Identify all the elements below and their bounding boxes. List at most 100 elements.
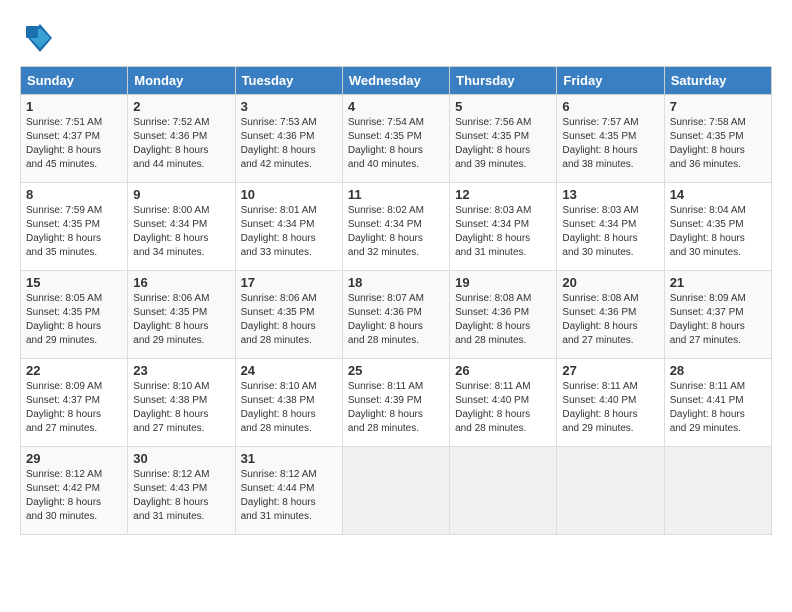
day-info: Sunrise: 8:09 AM Sunset: 4:37 PM Dayligh… bbox=[26, 380, 122, 436]
calendar-body: 1 Sunrise: 7:51 AM Sunset: 4:37 PM Daylig… bbox=[21, 95, 772, 535]
day-number: 9 bbox=[133, 187, 229, 202]
calendar-cell: 25Sunrise: 8:11 AM Sunset: 4:39 PM Dayli… bbox=[342, 359, 449, 447]
day-number: 31 bbox=[241, 451, 337, 466]
day-info: Sunrise: 8:11 AM Sunset: 4:39 PM Dayligh… bbox=[348, 380, 444, 436]
day-number: 7 bbox=[670, 99, 766, 114]
th-friday: Friday bbox=[557, 67, 664, 95]
header-row: Sunday Monday Tuesday Wednesday Thursday… bbox=[21, 67, 772, 95]
day-info: Sunrise: 8:03 AM Sunset: 4:34 PM Dayligh… bbox=[562, 204, 658, 260]
day-info: Sunrise: 8:09 AM Sunset: 4:37 PM Dayligh… bbox=[670, 292, 766, 348]
calendar-cell: 8 Sunrise: 7:59 AM Sunset: 4:35 PM Daylig… bbox=[21, 183, 128, 271]
th-wednesday: Wednesday bbox=[342, 67, 449, 95]
day-info: Sunrise: 7:52 AM Sunset: 4:36 PM Dayligh… bbox=[133, 116, 229, 172]
day-info: Sunrise: 8:01 AM Sunset: 4:34 PM Dayligh… bbox=[241, 204, 337, 260]
day-number: 20 bbox=[562, 275, 658, 290]
calendar-cell: 5Sunrise: 7:56 AM Sunset: 4:35 PM Daylig… bbox=[450, 95, 557, 183]
calendar-cell: 21 Sunrise: 8:09 AM Sunset: 4:37 PM Dayli… bbox=[664, 271, 771, 359]
day-info: Sunrise: 8:10 AM Sunset: 4:38 PM Dayligh… bbox=[133, 380, 229, 436]
calendar-cell: 29 Sunrise: 8:12 AM Sunset: 4:42 PM Dayli… bbox=[21, 447, 128, 535]
page-container: Sunday Monday Tuesday Wednesday Thursday… bbox=[20, 20, 772, 535]
day-number: 1 bbox=[26, 99, 122, 114]
day-info: Sunrise: 8:03 AM Sunset: 4:34 PM Dayligh… bbox=[455, 204, 551, 260]
day-info: Sunrise: 8:02 AM Sunset: 4:34 PM Dayligh… bbox=[348, 204, 444, 260]
day-info: Sunrise: 7:59 AM Sunset: 4:35 PM Dayligh… bbox=[26, 204, 122, 260]
calendar-cell: 26Sunrise: 8:11 AM Sunset: 4:40 PM Dayli… bbox=[450, 359, 557, 447]
day-number: 15 bbox=[26, 275, 122, 290]
logo bbox=[20, 20, 60, 56]
day-info: Sunrise: 8:08 AM Sunset: 4:36 PM Dayligh… bbox=[562, 292, 658, 348]
day-info: Sunrise: 8:06 AM Sunset: 4:35 PM Dayligh… bbox=[133, 292, 229, 348]
day-info: Sunrise: 8:00 AM Sunset: 4:34 PM Dayligh… bbox=[133, 204, 229, 260]
day-number: 14 bbox=[670, 187, 766, 202]
calendar-header: Sunday Monday Tuesday Wednesday Thursday… bbox=[21, 67, 772, 95]
calendar-cell: 28Sunrise: 8:11 AM Sunset: 4:41 PM Dayli… bbox=[664, 359, 771, 447]
calendar-cell: 23 Sunrise: 8:10 AM Sunset: 4:38 PM Dayli… bbox=[128, 359, 235, 447]
calendar-cell: 14 Sunrise: 8:04 AM Sunset: 4:35 PM Dayli… bbox=[664, 183, 771, 271]
day-info: Sunrise: 8:04 AM Sunset: 4:35 PM Dayligh… bbox=[670, 204, 766, 260]
day-number: 23 bbox=[133, 363, 229, 378]
day-info: Sunrise: 8:12 AM Sunset: 4:44 PM Dayligh… bbox=[241, 468, 337, 524]
calendar-cell bbox=[450, 447, 557, 535]
th-thursday: Thursday bbox=[450, 67, 557, 95]
day-number: 3 bbox=[241, 99, 337, 114]
calendar-cell: 11 Sunrise: 8:02 AM Sunset: 4:34 PM Dayli… bbox=[342, 183, 449, 271]
day-info: Sunrise: 7:54 AM Sunset: 4:35 PM Dayligh… bbox=[348, 116, 444, 172]
calendar-cell: 15 Sunrise: 8:05 AM Sunset: 4:35 PM Dayli… bbox=[21, 271, 128, 359]
calendar-cell: 6 Sunrise: 7:57 AM Sunset: 4:35 PM Daylig… bbox=[557, 95, 664, 183]
page-header bbox=[20, 20, 772, 56]
calendar-cell: 27 Sunrise: 8:11 AM Sunset: 4:40 PM Dayli… bbox=[557, 359, 664, 447]
calendar-cell: 24Sunrise: 8:10 AM Sunset: 4:38 PM Dayli… bbox=[235, 359, 342, 447]
th-sunday: Sunday bbox=[21, 67, 128, 95]
calendar-cell: 13 Sunrise: 8:03 AM Sunset: 4:34 PM Dayli… bbox=[557, 183, 664, 271]
calendar-cell: 30Sunrise: 8:12 AM Sunset: 4:43 PM Dayli… bbox=[128, 447, 235, 535]
day-number: 29 bbox=[26, 451, 122, 466]
calendar-cell: 18Sunrise: 8:07 AM Sunset: 4:36 PM Dayli… bbox=[342, 271, 449, 359]
day-number: 13 bbox=[562, 187, 658, 202]
calendar-cell: 20 Sunrise: 8:08 AM Sunset: 4:36 PM Dayli… bbox=[557, 271, 664, 359]
calendar-table: Sunday Monday Tuesday Wednesday Thursday… bbox=[20, 66, 772, 535]
calendar-cell bbox=[342, 447, 449, 535]
day-info: Sunrise: 7:58 AM Sunset: 4:35 PM Dayligh… bbox=[670, 116, 766, 172]
day-info: Sunrise: 7:56 AM Sunset: 4:35 PM Dayligh… bbox=[455, 116, 551, 172]
calendar-week-row: 1 Sunrise: 7:51 AM Sunset: 4:37 PM Daylig… bbox=[21, 95, 772, 183]
calendar-cell bbox=[557, 447, 664, 535]
day-number: 28 bbox=[670, 363, 766, 378]
day-info: Sunrise: 7:57 AM Sunset: 4:35 PM Dayligh… bbox=[562, 116, 658, 172]
day-number: 22 bbox=[26, 363, 122, 378]
day-number: 6 bbox=[562, 99, 658, 114]
day-info: Sunrise: 8:05 AM Sunset: 4:35 PM Dayligh… bbox=[26, 292, 122, 348]
day-number: 26 bbox=[455, 363, 551, 378]
calendar-week-row: 8 Sunrise: 7:59 AM Sunset: 4:35 PM Daylig… bbox=[21, 183, 772, 271]
day-info: Sunrise: 7:51 AM Sunset: 4:37 PM Dayligh… bbox=[26, 116, 122, 172]
day-info: Sunrise: 8:06 AM Sunset: 4:35 PM Dayligh… bbox=[241, 292, 337, 348]
day-number: 21 bbox=[670, 275, 766, 290]
calendar-cell: 31 Sunrise: 8:12 AM Sunset: 4:44 PM Dayli… bbox=[235, 447, 342, 535]
calendar-cell: 3Sunrise: 7:53 AM Sunset: 4:36 PM Daylig… bbox=[235, 95, 342, 183]
day-info: Sunrise: 8:08 AM Sunset: 4:36 PM Dayligh… bbox=[455, 292, 551, 348]
day-info: Sunrise: 8:11 AM Sunset: 4:40 PM Dayligh… bbox=[562, 380, 658, 436]
calendar-week-row: 15 Sunrise: 8:05 AM Sunset: 4:35 PM Dayli… bbox=[21, 271, 772, 359]
calendar-cell: 22 Sunrise: 8:09 AM Sunset: 4:37 PM Dayli… bbox=[21, 359, 128, 447]
th-saturday: Saturday bbox=[664, 67, 771, 95]
day-number: 4 bbox=[348, 99, 444, 114]
calendar-cell: 7 Sunrise: 7:58 AM Sunset: 4:35 PM Daylig… bbox=[664, 95, 771, 183]
calendar-cell: 9 Sunrise: 8:00 AM Sunset: 4:34 PM Daylig… bbox=[128, 183, 235, 271]
day-info: Sunrise: 8:07 AM Sunset: 4:36 PM Dayligh… bbox=[348, 292, 444, 348]
calendar-week-row: 22 Sunrise: 8:09 AM Sunset: 4:37 PM Dayli… bbox=[21, 359, 772, 447]
day-number: 10 bbox=[241, 187, 337, 202]
calendar-cell bbox=[664, 447, 771, 535]
th-monday: Monday bbox=[128, 67, 235, 95]
day-number: 11 bbox=[348, 187, 444, 202]
calendar-cell: 2Sunrise: 7:52 AM Sunset: 4:36 PM Daylig… bbox=[128, 95, 235, 183]
day-info: Sunrise: 8:12 AM Sunset: 4:43 PM Dayligh… bbox=[133, 468, 229, 524]
logo-icon bbox=[20, 20, 56, 56]
day-number: 17 bbox=[241, 275, 337, 290]
calendar-cell: 1 Sunrise: 7:51 AM Sunset: 4:37 PM Daylig… bbox=[21, 95, 128, 183]
calendar-week-row: 29 Sunrise: 8:12 AM Sunset: 4:42 PM Dayli… bbox=[21, 447, 772, 535]
day-info: Sunrise: 8:12 AM Sunset: 4:42 PM Dayligh… bbox=[26, 468, 122, 524]
calendar-cell: 12Sunrise: 8:03 AM Sunset: 4:34 PM Dayli… bbox=[450, 183, 557, 271]
day-number: 16 bbox=[133, 275, 229, 290]
day-number: 27 bbox=[562, 363, 658, 378]
calendar-cell: 10 Sunrise: 8:01 AM Sunset: 4:34 PM Dayli… bbox=[235, 183, 342, 271]
day-number: 8 bbox=[26, 187, 122, 202]
